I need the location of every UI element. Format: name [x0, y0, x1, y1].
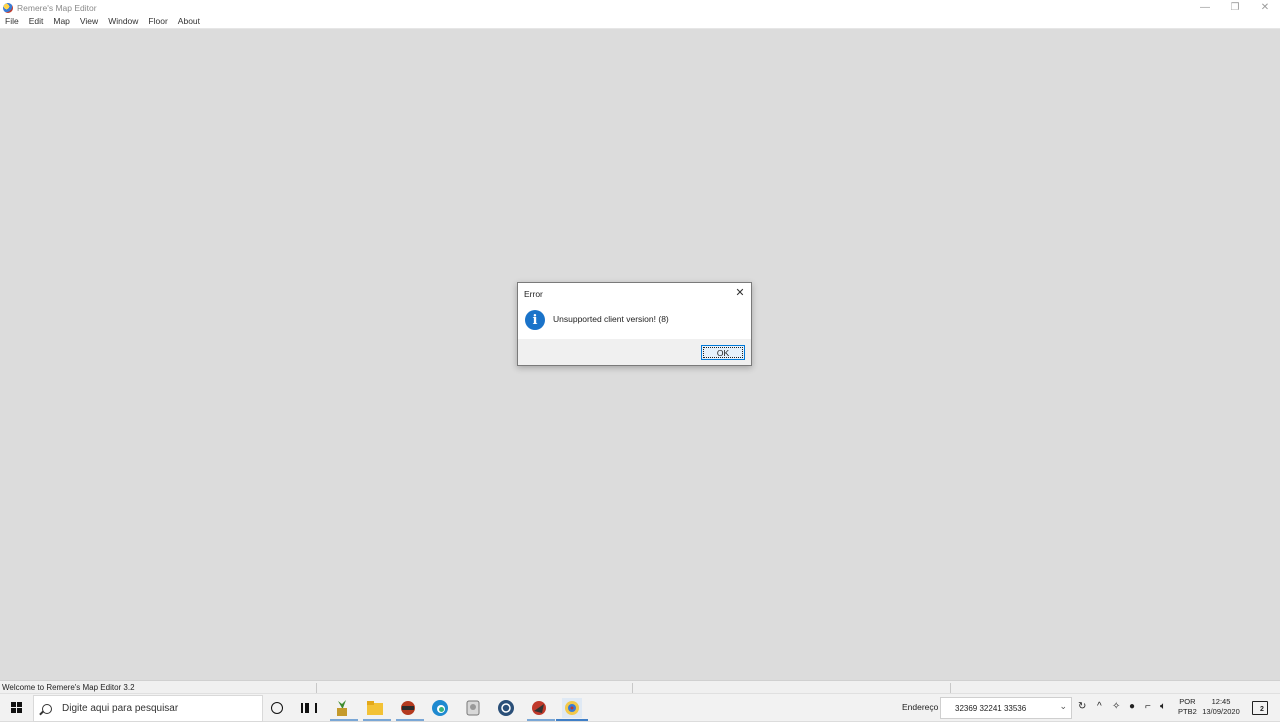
taskbar-app-browser[interactable] — [496, 698, 516, 718]
chevron-down-icon[interactable]: ⌄ — [1059, 701, 1067, 712]
menu-file[interactable]: File — [0, 15, 24, 28]
address-input[interactable]: 32369 32241 33536 ⌄ — [940, 697, 1072, 719]
notification-badge: 2 — [1260, 706, 1264, 713]
task-view-button[interactable] — [299, 698, 319, 718]
cortana-icon — [271, 702, 283, 714]
clock-date: 13/09/2020 — [1202, 707, 1240, 716]
status-separator — [950, 683, 951, 693]
status-separator — [316, 683, 317, 693]
taskbar-app-file-explorer[interactable] — [365, 698, 385, 718]
dialog-title: Error — [524, 289, 543, 299]
windows-logo-icon — [10, 702, 22, 713]
menu-view[interactable]: View — [75, 15, 103, 28]
dialog-footer: OK — [518, 339, 751, 365]
active-indicator — [396, 719, 424, 721]
clock-time: 12:45 — [1211, 697, 1231, 706]
language-code: POR — [1179, 697, 1196, 706]
edge-icon — [432, 700, 448, 716]
menu-window[interactable]: Window — [103, 15, 143, 28]
taskbar-app-game-launcher[interactable] — [529, 698, 549, 718]
dialog-message: Unsupported client version! (8) — [553, 314, 669, 324]
network-muted-icon[interactable]: ✧ — [1112, 701, 1120, 712]
cortana-button[interactable] — [267, 698, 287, 718]
taskbar-app-edge[interactable] — [430, 698, 450, 718]
address-toolbar-label: Endereço — [902, 702, 939, 712]
error-dialog: Error ✕ i Unsupported client version! (8… — [517, 282, 752, 366]
minimize-button[interactable]: — — [1190, 0, 1220, 15]
taskbar-app-game-client[interactable] — [398, 698, 418, 718]
window-controls: — ❐ ✕ — [1190, 0, 1280, 15]
taskbar-app-map-tool[interactable] — [463, 698, 483, 718]
game-launcher-icon — [532, 701, 546, 715]
network-icon[interactable]: ⌐ — [1145, 701, 1151, 712]
window-title: Remere's Map Editor — [17, 2, 97, 13]
search-icon — [42, 703, 52, 714]
workspace-divider — [0, 28, 1280, 29]
file-explorer-icon — [367, 701, 383, 715]
info-icon: i — [525, 310, 545, 330]
chevron-up-icon[interactable]: ^ — [1097, 701, 1102, 712]
active-indicator — [556, 719, 588, 721]
language-indicator[interactable]: POR PTB2 — [1178, 697, 1197, 717]
active-indicator — [363, 719, 391, 721]
menu-bar: File Edit Map View Window Floor About — [0, 15, 1280, 28]
app-icon — [3, 2, 13, 13]
ok-button[interactable]: OK — [701, 345, 745, 360]
status-text: Welcome to Remere's Map Editor 3.2 — [2, 683, 135, 692]
menu-edit[interactable]: Edit — [24, 15, 49, 28]
plant-app-icon — [337, 700, 347, 716]
active-indicator — [330, 719, 358, 721]
search-placeholder: Digite aqui para pesquisar — [62, 703, 179, 714]
game-client-icon — [401, 701, 415, 715]
keyboard-layout: PTB2 — [1178, 707, 1197, 716]
address-value: 32369 32241 33536 — [955, 703, 1027, 713]
taskbar-app-plant[interactable] — [332, 698, 352, 718]
taskbar: Digite aqui para pesquisar Endereço 3236… — [0, 693, 1280, 722]
microphone-icon[interactable]: ● — [1129, 701, 1135, 712]
menu-floor[interactable]: Floor — [143, 15, 172, 28]
task-view-icon — [301, 703, 317, 713]
browser-icon — [498, 700, 514, 716]
title-bar: Remere's Map Editor — ❐ ✕ — [0, 0, 1280, 15]
clock[interactable]: 12:45 13/09/2020 — [1200, 697, 1242, 717]
status-separator — [632, 683, 633, 693]
taskbar-app-remeres-map-editor[interactable] — [562, 698, 582, 718]
remeres-map-editor-icon — [565, 701, 579, 715]
dialog-close-button[interactable]: ✕ — [733, 285, 747, 299]
menu-map[interactable]: Map — [48, 15, 75, 28]
refresh-icon[interactable]: ↻ — [1078, 701, 1086, 712]
active-indicator — [527, 719, 555, 721]
start-button[interactable] — [0, 694, 32, 721]
taskbar-search-box[interactable]: Digite aqui para pesquisar — [33, 695, 263, 722]
close-window-button[interactable]: ✕ — [1250, 0, 1280, 15]
map-tool-icon — [466, 700, 480, 716]
volume-icon[interactable]: 🔈︎ — [1160, 701, 1166, 712]
restore-button[interactable]: ❐ — [1220, 0, 1250, 15]
menu-about[interactable]: About — [173, 15, 205, 28]
status-bar: Welcome to Remere's Map Editor 3.2 — [0, 680, 1280, 694]
